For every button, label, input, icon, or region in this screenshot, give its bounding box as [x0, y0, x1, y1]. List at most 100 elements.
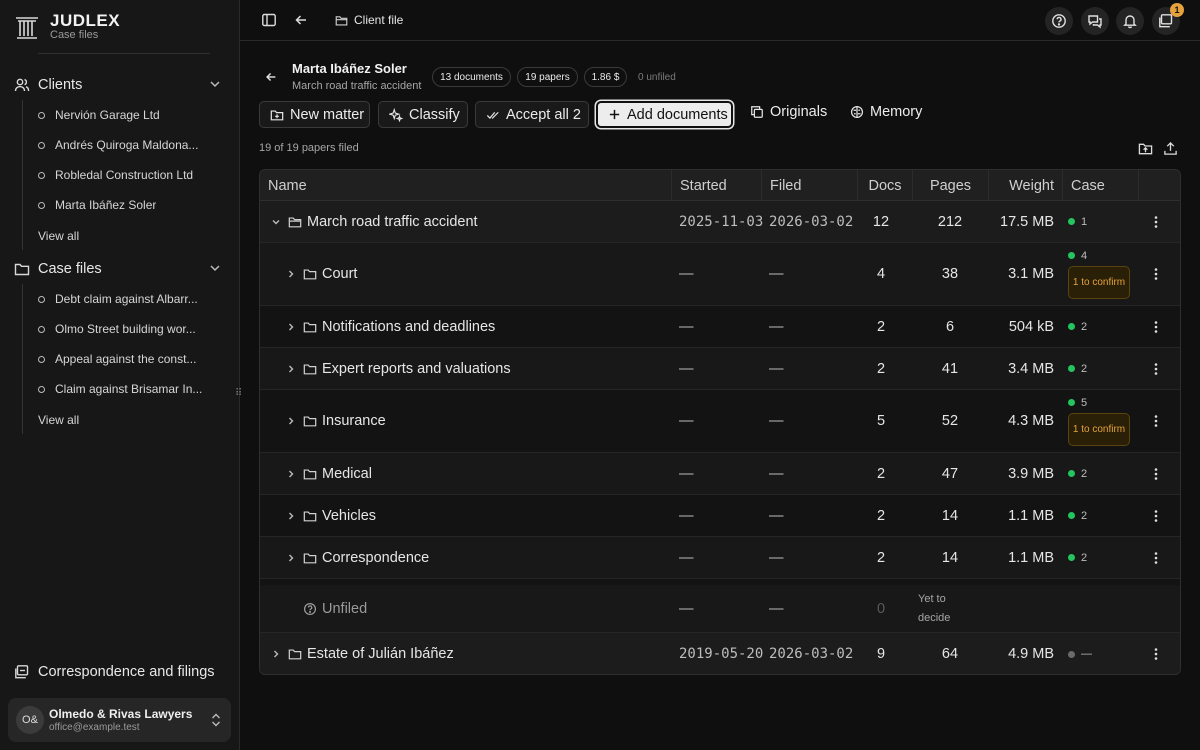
row-docs: 2	[876, 507, 886, 524]
folder-icon	[303, 495, 317, 536]
breadcrumb[interactable]: Client file	[335, 13, 403, 27]
sidebar-section-clients[interactable]: Clients	[14, 73, 226, 97]
chevron-right-icon[interactable]	[285, 390, 297, 452]
chevron-right-icon[interactable]	[285, 453, 297, 494]
more-vertical-icon[interactable]	[1154, 633, 1158, 674]
account-email: office@example.test	[49, 722, 140, 733]
table-row-folder[interactable]: Notifications and deadlines — — 2 6 504 kB 2	[260, 306, 1180, 348]
tree-line	[22, 100, 23, 250]
correspondence-filings-link[interactable]: Correspondence and filings	[14, 664, 215, 680]
back-arrow-icon[interactable]	[291, 10, 311, 30]
case-count: 5	[1081, 396, 1088, 409]
row-filed: 2026-03-02	[769, 213, 854, 230]
view-all-clients-link[interactable]: View all	[38, 229, 79, 243]
chevron-right-icon[interactable]	[285, 348, 297, 389]
chevron-right-icon[interactable]	[285, 537, 297, 578]
bell-icon[interactable]	[1116, 7, 1144, 35]
column-header-pages[interactable]: Pages	[912, 170, 988, 201]
chat-icon[interactable]	[1081, 7, 1109, 35]
column-header-case[interactable]: Case	[1062, 170, 1138, 201]
table-row-folder[interactable]: Medical — — 2 47 3.9 MB 2	[260, 453, 1180, 495]
sidebar-item-client[interactable]: Robledal Construction Ltd	[38, 164, 218, 186]
sidebar-item-case-file[interactable]: Debt claim against Albarr...	[38, 288, 218, 310]
more-vertical-icon[interactable]	[1154, 495, 1158, 536]
new-matter-button[interactable]: New matter	[259, 101, 370, 128]
chevron-right-icon[interactable]	[285, 495, 297, 536]
sidebar-item-case-file[interactable]: Olmo Street building wor...	[38, 318, 218, 340]
table-row-folder[interactable]: Court — — 4 38 3.1 MB 4 1 to confirm	[260, 243, 1180, 306]
row-weight: 504 kB	[1008, 318, 1054, 335]
row-started: —	[679, 465, 694, 482]
more-vertical-icon[interactable]	[1154, 306, 1158, 347]
row-name: Notifications and deadlines	[322, 318, 496, 335]
chevron-down-icon[interactable]	[208, 77, 222, 91]
view-all-case-files-link[interactable]: View all	[38, 413, 79, 427]
divider	[38, 53, 210, 54]
upload-icon[interactable]	[1163, 141, 1178, 156]
case-count: 4	[1081, 249, 1088, 262]
sidebar-item-case-file[interactable]: Claim against Brisamar In...	[38, 378, 218, 400]
account-name: Olmedo & Rivas Lawyers	[49, 707, 193, 721]
chevron-right-icon[interactable]	[270, 633, 282, 674]
row-pages: 47	[941, 465, 959, 482]
column-header-name[interactable]: Name	[260, 170, 671, 201]
inbox-stack-icon[interactable]: 1	[1152, 3, 1184, 35]
more-vertical-icon[interactable]	[1154, 201, 1158, 242]
brand[interactable]: JUDLEX Case files	[14, 12, 120, 42]
column-header-weight[interactable]: Weight	[988, 170, 1062, 201]
row-name: Estate of Julián Ibáñez	[307, 646, 454, 662]
chevron-right-icon[interactable]	[285, 306, 297, 347]
table-row-matter[interactable]: Estate of Julián Ibáñez 2019-05-20 2026-…	[260, 633, 1180, 674]
sidebar-item-client[interactable]: Nervión Garage Ltd	[38, 104, 218, 126]
table-row-folder[interactable]: Correspondence — — 2 14 1.1 MB 2	[260, 537, 1180, 579]
add-documents-button[interactable]: Add documents	[596, 101, 733, 128]
brand-subtitle: Case files	[50, 29, 99, 41]
sidebar-item-case-file[interactable]: Appeal against the const...	[38, 348, 218, 370]
more-vertical-icon[interactable]	[1154, 348, 1158, 389]
originals-button[interactable]: Originals	[750, 104, 827, 120]
row-docs: 2	[876, 360, 886, 377]
sidebar-item-client[interactable]: Andrés Quiroga Maldona...	[38, 134, 218, 156]
table-row-folder[interactable]: Insurance — — 5 52 4.3 MB 5 1 to confirm	[260, 390, 1180, 453]
classify-button[interactable]: Classify	[378, 101, 468, 128]
table-row-folder[interactable]: Expert reports and valuations — — 2 41 3.4 MB…	[260, 348, 1180, 390]
help-icon[interactable]	[1045, 7, 1073, 35]
chevron-right-icon[interactable]	[285, 243, 297, 305]
table-row-folder[interactable]: Vehicles — — 2 14 1.1 MB 2	[260, 495, 1180, 537]
folder-upload-icon[interactable]	[1138, 141, 1153, 156]
confirm-badge[interactable]: 1 to confirm	[1068, 412, 1130, 446]
row-docs: 9	[876, 646, 886, 662]
column-header-filed[interactable]: Filed	[761, 170, 857, 201]
toggle-sidebar-icon[interactable]	[259, 10, 279, 30]
resize-handle-icon[interactable]: ⠿	[235, 389, 242, 399]
table-row-matter[interactable]: March road traffic accident 2025-11-03 2…	[260, 201, 1180, 243]
confirm-badge[interactable]: 1 to confirm	[1068, 265, 1130, 299]
row-case: 2	[1068, 306, 1087, 347]
back-arrow-icon[interactable]	[264, 70, 278, 84]
chevron-down-icon[interactable]	[270, 201, 282, 242]
column-header-docs[interactable]: Docs	[857, 170, 912, 201]
row-pages: 52	[941, 413, 959, 429]
more-vertical-icon[interactable]	[1154, 390, 1158, 452]
more-vertical-icon[interactable]	[1154, 453, 1158, 494]
more-vertical-icon[interactable]	[1154, 243, 1158, 305]
chevron-down-icon[interactable]	[208, 261, 222, 275]
memory-button[interactable]: Memory	[850, 104, 922, 120]
copy-icon	[750, 105, 764, 119]
column-header-started[interactable]: Started	[671, 170, 761, 201]
table-row-unfiled[interactable]: Unfiled — — 0 Yet to decide	[260, 585, 1180, 633]
row-docs: 0	[876, 600, 886, 617]
row-filed: —	[769, 507, 784, 524]
case-count: 1	[1081, 215, 1088, 228]
sidebar-section-case-files[interactable]: Case files	[14, 257, 226, 281]
row-filed: —	[769, 600, 784, 617]
more-vertical-icon[interactable]	[1154, 537, 1158, 578]
accept-all-button[interactable]: Accept all 2	[475, 101, 589, 128]
papers-count-badge: 19 papers	[517, 67, 578, 87]
row-started: —	[679, 266, 694, 282]
users-icon	[14, 77, 30, 93]
account-switcher[interactable]: O& Olmedo & Rivas Lawyers office@example…	[8, 698, 231, 742]
brain-icon	[850, 105, 864, 119]
avatar: O&	[16, 706, 44, 734]
sidebar-item-client[interactable]: Marta Ibáñez Soler	[38, 194, 218, 216]
